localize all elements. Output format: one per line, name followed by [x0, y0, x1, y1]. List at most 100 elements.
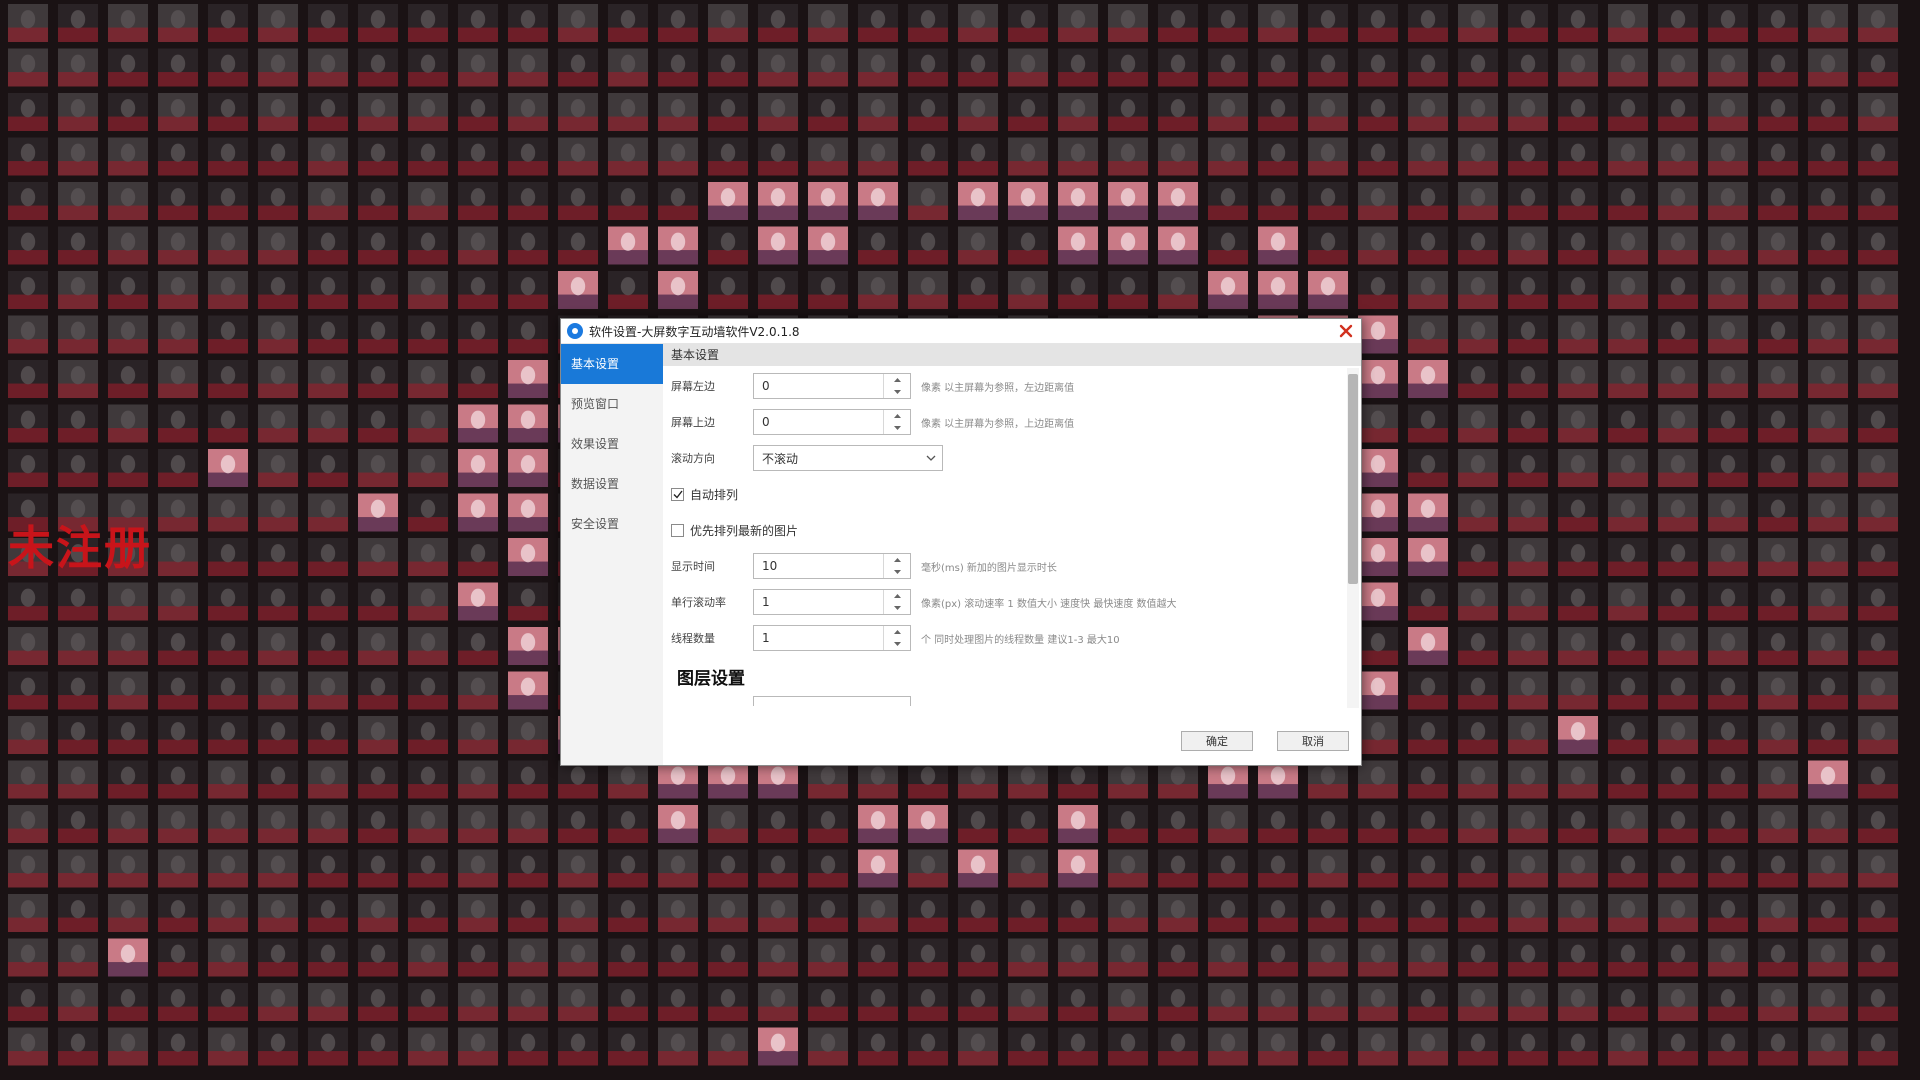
top-margin-up-button[interactable]: [884, 410, 910, 422]
wall-photo-tile: [1758, 48, 1798, 87]
wall-photo-tile: [1808, 137, 1848, 176]
wall-photo-tile: [1608, 938, 1648, 977]
wall-photo-tile: [1258, 760, 1298, 799]
thread-count-input[interactable]: [754, 626, 896, 650]
chevron-down-icon: [893, 642, 901, 646]
sidebar-item-effects[interactable]: 效果设置: [561, 424, 663, 464]
wall-photo-tile: [908, 938, 948, 977]
display-time-up-button[interactable]: [884, 554, 910, 566]
sidebar-item-data[interactable]: 数据设置: [561, 464, 663, 504]
sidebar-item-security[interactable]: 安全设置: [561, 504, 663, 544]
wall-photo-tile: [758, 182, 798, 220]
thread-count-down-button[interactable]: [884, 638, 910, 650]
ok-button[interactable]: 确定: [1181, 731, 1253, 751]
wall-photo-tile: [908, 226, 948, 265]
dialog-titlebar[interactable]: 软件设置-大屏数字互动墙软件V2.0.1.8: [561, 319, 1361, 344]
wall-photo-tile: [1608, 48, 1648, 87]
wall-photo-tile: [1658, 48, 1698, 87]
wall-photo-tile: [458, 93, 498, 131]
wall-photo-tile: [1408, 93, 1448, 131]
wall-photo-tile: [1308, 805, 1348, 843]
wall-photo-tile: [1508, 226, 1548, 265]
wall-photo-tile: [408, 182, 448, 220]
priority-sort-checkbox[interactable]: [671, 523, 684, 537]
wall-photo-tile: [58, 449, 98, 487]
wall-photo-tile: [358, 182, 398, 220]
wall-photo-tile: [1108, 983, 1148, 1021]
row-interval-up-button[interactable]: [884, 590, 910, 602]
wall-photo-tile: [1058, 4, 1098, 42]
wall-photo-tile: [1108, 182, 1148, 220]
wall-photo-tile: [1808, 449, 1848, 487]
wall-photo-tile: [708, 137, 748, 176]
wall-photo-tile: [1658, 315, 1698, 354]
wall-photo-tile: [1658, 449, 1698, 487]
wall-photo-tile: [58, 805, 98, 843]
wall-photo-tile: [1158, 938, 1198, 977]
wall-photo-tile: [8, 1027, 48, 1066]
wall-photo-tile: [458, 137, 498, 176]
wall-photo-tile: [358, 938, 398, 977]
display-time-down-button[interactable]: [884, 566, 910, 578]
wall-photo-tile: [1408, 48, 1448, 87]
sidebar-item-preview[interactable]: 预览窗口: [561, 384, 663, 424]
wall-photo-tile: [8, 938, 48, 977]
wall-photo-tile: [708, 48, 748, 87]
sidebar-item-basic[interactable]: 基本设置: [561, 344, 663, 384]
wall-photo-tile: [1158, 48, 1198, 87]
wall-photo-tile: [808, 182, 848, 220]
wall-photo-tile: [658, 93, 698, 131]
wall-photo-tile: [1358, 226, 1398, 265]
thread-count-up-button[interactable]: [884, 626, 910, 638]
wall-photo-tile: [1658, 182, 1698, 220]
wall-photo-tile: [458, 983, 498, 1021]
wall-photo-tile: [1258, 226, 1298, 265]
row-interval-input[interactable]: [754, 590, 896, 614]
wall-photo-tile: [1808, 4, 1848, 42]
row-interval-down-button[interactable]: [884, 602, 910, 614]
wall-photo-tile: [1458, 538, 1498, 576]
wall-photo-tile: [708, 226, 748, 265]
wall-photo-tile: [358, 226, 398, 265]
wall-photo-tile: [1308, 226, 1348, 265]
wall-photo-tile: [1008, 805, 1048, 843]
wall-photo-tile: [108, 627, 148, 665]
cancel-button[interactable]: 取消: [1277, 731, 1349, 751]
wall-photo-tile: [8, 671, 48, 710]
wall-photo-tile: [308, 716, 348, 754]
wall-photo-tile: [1558, 182, 1598, 220]
wall-photo-tile: [1758, 404, 1798, 443]
wall-photo-tile: [1508, 182, 1548, 220]
wall-photo-tile: [1758, 538, 1798, 576]
layer-spinner-partial[interactable]: [753, 696, 911, 706]
auto-sort-row[interactable]: 自动排列: [671, 484, 738, 504]
settings-scrollbar[interactable]: [1347, 368, 1359, 708]
left-margin-up-button[interactable]: [884, 374, 910, 386]
auto-sort-checkbox[interactable]: [671, 487, 684, 501]
wall-photo-tile: [908, 760, 948, 799]
scrollbar-thumb[interactable]: [1348, 374, 1358, 584]
wall-photo-tile: [108, 449, 148, 487]
wall-photo-tile: [908, 4, 948, 42]
wall-photo-tile: [1658, 671, 1698, 710]
wall-photo-tile: [258, 315, 298, 354]
top-margin-input[interactable]: [754, 410, 896, 434]
left-margin-input[interactable]: [754, 374, 896, 398]
close-button[interactable]: [1335, 320, 1357, 342]
wall-photo-tile: [1808, 805, 1848, 843]
display-time-input[interactable]: [754, 554, 896, 578]
scroll-direction-select[interactable]: 不滚动: [753, 445, 943, 471]
wall-photo-tile: [1458, 137, 1498, 176]
left-margin-down-button[interactable]: [884, 386, 910, 398]
top-margin-down-button[interactable]: [884, 422, 910, 434]
wall-photo-tile: [658, 226, 698, 265]
wall-photo-tile: [108, 849, 148, 888]
wall-photo-tile: [1308, 93, 1348, 131]
priority-sort-row[interactable]: 优先排列最新的图片: [671, 520, 798, 540]
wall-photo-tile: [758, 137, 798, 176]
wall-photo-tile: [308, 449, 348, 487]
wall-photo-tile: [558, 182, 598, 220]
wall-photo-tile: [1758, 1027, 1798, 1066]
thread-count-row: 线程数量 个 同时处理图片的线程数量 建议1-3 最大10: [671, 624, 1120, 652]
wall-photo-tile: [1008, 849, 1048, 888]
